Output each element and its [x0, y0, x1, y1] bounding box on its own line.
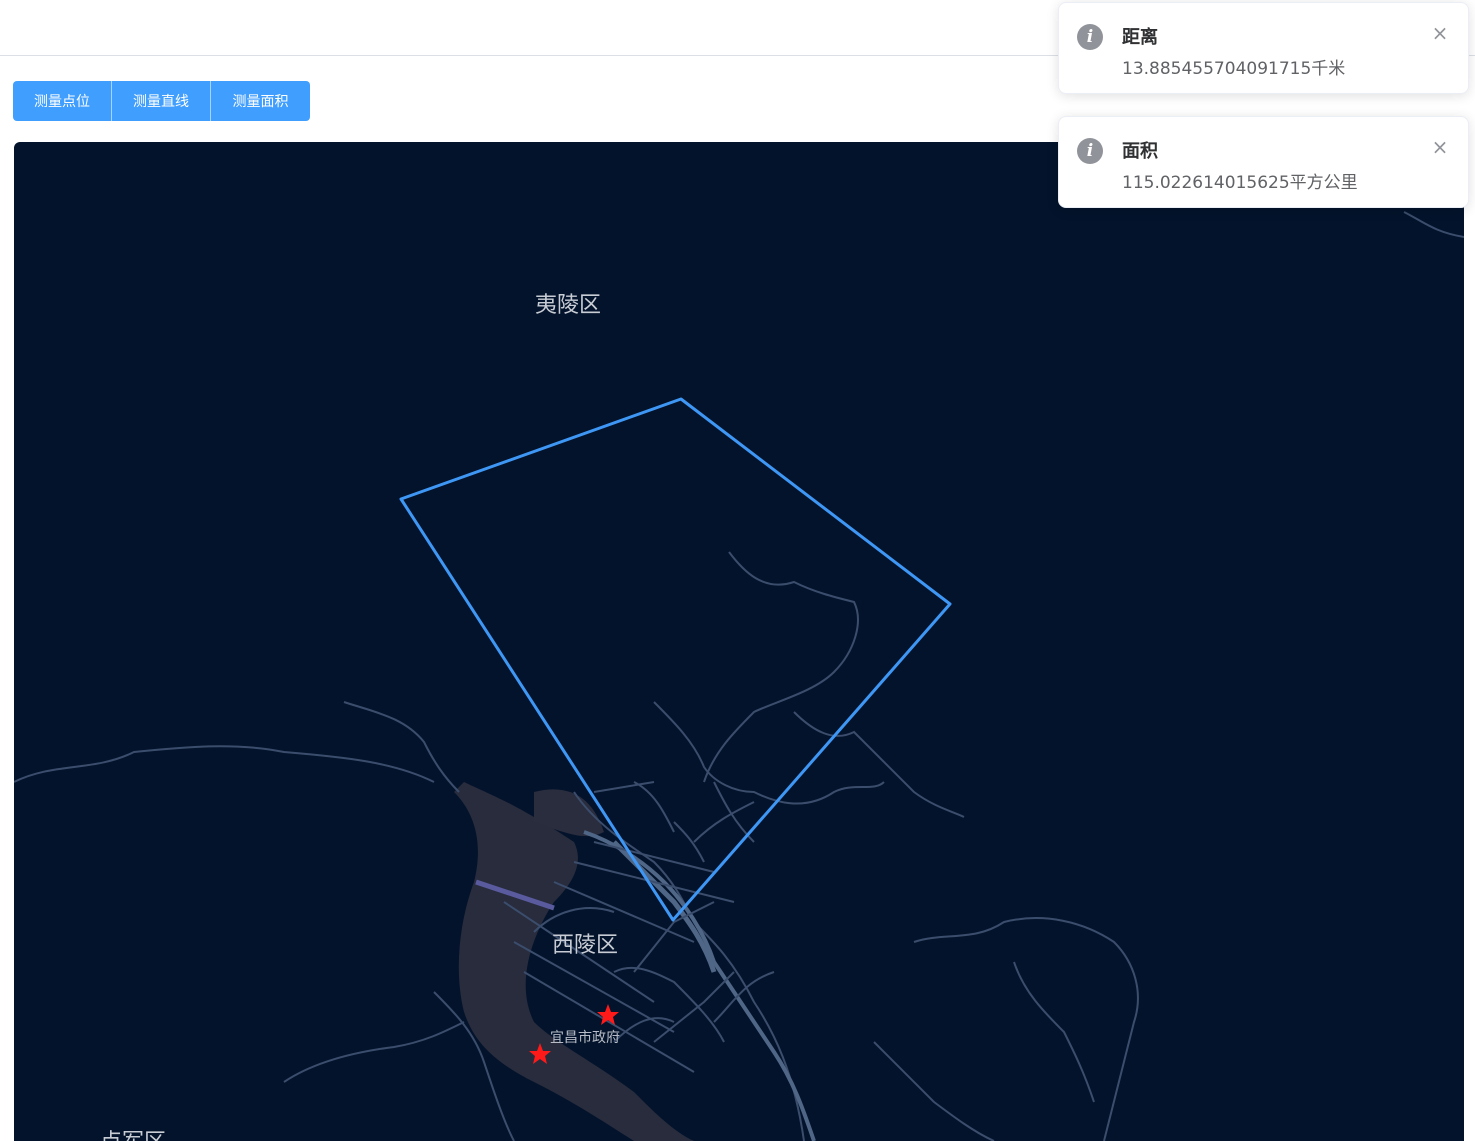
- river-area: [454, 782, 694, 1141]
- measure-line-button[interactable]: 测量直线: [112, 81, 211, 121]
- measure-area-button[interactable]: 测量面积: [211, 81, 310, 121]
- map-canvas[interactable]: 夷陵区 西陵区 点军区 宜昌市政府: [14, 142, 1464, 1141]
- notification-message: 13.885455704091715千米: [1122, 59, 1346, 79]
- close-icon[interactable]: ×: [1430, 23, 1450, 43]
- poi-label-city-government: 宜昌市政府: [550, 1030, 620, 1046]
- notification-title: 距离: [1122, 27, 1158, 48]
- measure-point-button[interactable]: 测量点位: [13, 81, 112, 121]
- district-label-yiling: 夷陵区: [535, 293, 602, 318]
- map-boundaries: [14, 211, 1464, 1141]
- district-label-dianjun: 点军区: [100, 1124, 166, 1141]
- notification-title: 面积: [1122, 141, 1158, 162]
- map-layers: [14, 211, 1464, 1141]
- info-icon: i: [1077, 138, 1103, 164]
- distance-notification: i 距离 13.885455704091715千米 ×: [1058, 2, 1469, 94]
- district-label-xiling: 西陵区: [552, 933, 619, 958]
- info-icon: i: [1077, 24, 1103, 50]
- area-notification: i 面积 115.022614015625平方公里 ×: [1058, 116, 1469, 208]
- close-icon[interactable]: ×: [1430, 137, 1450, 157]
- measure-toolbar: 测量点位 测量直线 测量面积: [13, 81, 310, 121]
- notification-message: 115.022614015625平方公里: [1122, 173, 1358, 193]
